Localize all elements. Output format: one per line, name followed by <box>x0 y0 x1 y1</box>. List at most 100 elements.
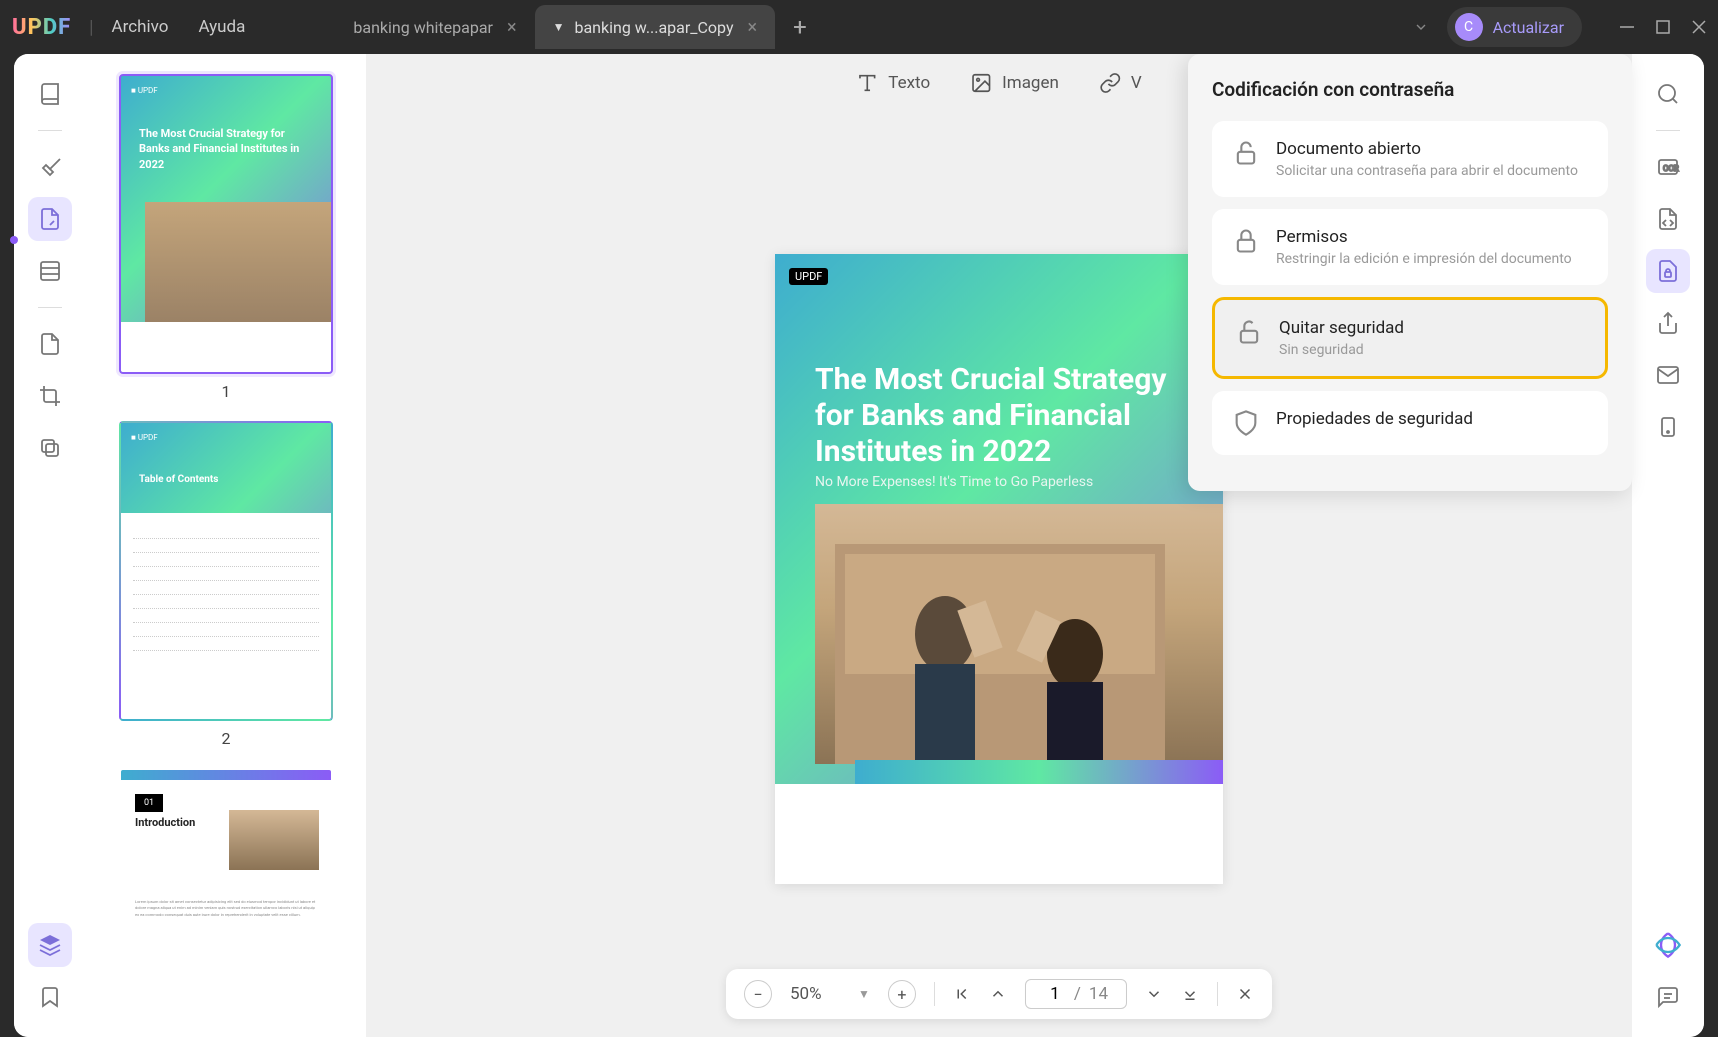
app-body: ■ UPDF The Most Crucial Strategy for Ban… <box>14 54 1704 1037</box>
tab-active[interactable]: ▼ banking w...apar_Copy × <box>535 5 776 49</box>
unlock-icon <box>1235 318 1263 346</box>
tab-label: banking whitepapar <box>353 18 493 37</box>
comment-tool[interactable] <box>1646 975 1690 1019</box>
shield-icon <box>1232 409 1260 437</box>
organize-tool[interactable] <box>28 322 72 366</box>
divider: | <box>89 17 93 38</box>
share-icon <box>1656 311 1680 335</box>
thumb-logo: ■ UPDF <box>131 86 158 95</box>
zoom-level: 50% <box>790 984 840 1004</box>
right-sidebar: OCR <box>1632 54 1704 1037</box>
close-icon[interactable]: × <box>748 17 758 38</box>
share-tool[interactable] <box>1646 301 1690 345</box>
text-tool[interactable]: Texto <box>856 72 930 94</box>
page-canvas[interactable]: UPDF The Most Crucial Strategy for Banks… <box>775 254 1223 884</box>
titlebar-right: C Actualizar <box>1413 7 1706 47</box>
prev-page-button[interactable] <box>989 985 1007 1003</box>
thumb-logo: ■ UPDF <box>131 433 158 442</box>
thumbnail-page-3[interactable]: 01 Introduction Lorem ipsum dolor sit am… <box>119 768 333 1037</box>
window-controls <box>1620 20 1706 34</box>
lock-closed-icon <box>1232 227 1260 255</box>
thumb-number: 1 <box>222 382 231 401</box>
first-page-button[interactable] <box>953 985 971 1003</box>
security-remove[interactable]: Quitar seguridad Sin seguridad <box>1212 297 1608 379</box>
protect-tool[interactable] <box>1646 249 1690 293</box>
maximize-icon[interactable] <box>1656 20 1670 34</box>
edit-toolbar: Texto Imagen V <box>856 72 1141 94</box>
security-permissions[interactable]: Permisos Restringir la edición e impresi… <box>1212 209 1608 285</box>
close-bar-button[interactable] <box>1236 985 1254 1003</box>
export-tool[interactable] <box>1646 405 1690 449</box>
page-number-input[interactable]: / 14 <box>1025 979 1127 1009</box>
tab-bar: banking whitepapar × ▼ banking w...apar_… <box>335 5 806 49</box>
page-title: The Most Crucial Strategy for Banks and … <box>815 362 1183 470</box>
image-icon <box>970 72 992 94</box>
thumb-title: The Most Crucial Strategy for Banks and … <box>139 126 313 172</box>
close-icon[interactable]: × <box>507 17 517 38</box>
page-photo <box>815 504 1223 764</box>
avatar: C <box>1455 13 1483 41</box>
watermark-tool[interactable] <box>28 426 72 470</box>
security-open-document[interactable]: Documento abierto Solicitar una contrase… <box>1212 121 1608 197</box>
search-icon <box>1656 82 1680 106</box>
ai-tool[interactable] <box>1646 923 1690 967</box>
indicator-dot <box>10 236 18 244</box>
svg-text:OCR: OCR <box>1663 164 1679 173</box>
page-logo: UPDF <box>789 268 828 285</box>
menu-help[interactable]: Ayuda <box>198 17 245 37</box>
upgrade-button[interactable]: C Actualizar <box>1447 7 1582 47</box>
edit-tool[interactable] <box>28 197 72 241</box>
zoom-out-button[interactable]: − <box>744 980 772 1008</box>
left-sidebar <box>14 54 86 1037</box>
image-tool-label: Imagen <box>1002 73 1059 93</box>
thumb-photo <box>145 202 331 322</box>
lock-icon <box>1656 259 1680 283</box>
app-logo: UPDF <box>12 15 71 40</box>
titlebar: UPDF | Archivo Ayuda banking whitepapar … <box>0 0 1718 54</box>
close-icon[interactable] <box>1692 20 1706 34</box>
total-pages: 14 <box>1089 984 1108 1004</box>
menu-file[interactable]: Archivo <box>112 17 169 37</box>
page-separator: / <box>1074 984 1081 1004</box>
email-tool[interactable] <box>1646 353 1690 397</box>
zoom-dropdown[interactable]: ▼ <box>858 987 870 1001</box>
bookmark-tool[interactable] <box>28 975 72 1019</box>
zoom-bar: − 50% ▼ + / 14 <box>726 969 1272 1019</box>
link-tool[interactable]: V <box>1099 72 1142 94</box>
tab-inactive[interactable]: banking whitepapar × <box>335 5 534 49</box>
lock-open-icon <box>1232 139 1260 167</box>
reader-tool[interactable] <box>28 72 72 116</box>
thumbnail-page-1[interactable]: ■ UPDF The Most Crucial Strategy for Ban… <box>119 74 333 374</box>
thumb-number: 2 <box>222 729 231 748</box>
minimize-icon[interactable] <box>1620 20 1634 34</box>
thumb-title: Table of Contents <box>139 473 313 487</box>
security-item-desc: Restringir la edición e impresión del do… <box>1276 251 1588 267</box>
security-item-title: Documento abierto <box>1276 139 1588 159</box>
crop-tool[interactable] <box>28 374 72 418</box>
thumbnail-panel: ■ UPDF The Most Crucial Strategy for Ban… <box>86 54 366 1037</box>
add-tab-button[interactable]: + <box>793 13 807 41</box>
search-tool[interactable] <box>1646 72 1690 116</box>
image-tool[interactable]: Imagen <box>970 72 1059 94</box>
chevron-down-icon[interactable] <box>1413 19 1429 35</box>
next-page-button[interactable] <box>1145 985 1163 1003</box>
security-panel: Codificación con contraseña Documento ab… <box>1188 54 1632 491</box>
divider <box>38 130 62 131</box>
layers-tool[interactable] <box>28 923 72 967</box>
highlighter-tool[interactable] <box>28 145 72 189</box>
security-item-desc: Sin seguridad <box>1279 342 1585 358</box>
security-properties[interactable]: Propiedades de seguridad <box>1212 391 1608 455</box>
divider <box>38 307 62 308</box>
zoom-in-button[interactable]: + <box>888 980 916 1008</box>
security-item-title: Quitar seguridad <box>1279 318 1585 338</box>
document-view: Texto Imagen V UPDF The Most Crucial Str… <box>366 54 1632 1037</box>
current-page-field[interactable] <box>1040 984 1070 1004</box>
page-tool[interactable] <box>28 249 72 293</box>
last-page-button[interactable] <box>1181 985 1199 1003</box>
divider <box>1656 130 1680 131</box>
mail-icon <box>1656 363 1680 387</box>
thumbnail-page-2[interactable]: ■ UPDF Table of Contents <box>119 421 333 721</box>
tab-label: banking w...apar_Copy <box>574 18 733 37</box>
ocr-tool[interactable]: OCR <box>1646 145 1690 189</box>
convert-tool[interactable] <box>1646 197 1690 241</box>
